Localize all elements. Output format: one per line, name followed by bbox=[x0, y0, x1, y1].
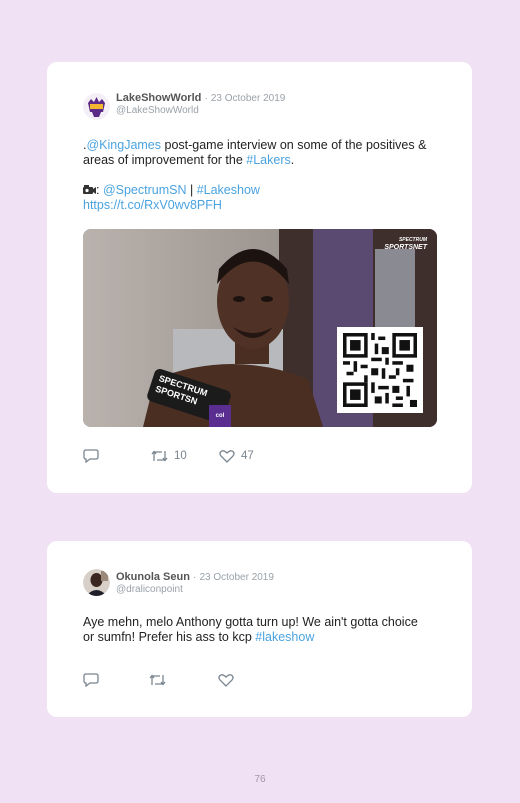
separator-dot: · bbox=[193, 572, 197, 583]
credit-colon: : bbox=[96, 183, 103, 197]
tweet-text: Aye mehn, melo Anthony gotta turn up! We… bbox=[83, 615, 423, 645]
network-logo: SPECTRUM SPORTSNET bbox=[384, 237, 427, 251]
credit-mention-link[interactable]: @SpectrumSN bbox=[103, 183, 187, 197]
tweet-date[interactable]: 23 October 2019 bbox=[199, 572, 274, 583]
retweet-icon bbox=[151, 449, 168, 463]
author-name[interactable]: LakeShowWorld bbox=[116, 92, 201, 104]
text-body: Aye mehn, melo Anthony gotta turn up! We… bbox=[83, 615, 418, 644]
retweet-count: 10 bbox=[174, 450, 187, 462]
hashtag-link[interactable]: #Lakers bbox=[246, 153, 290, 167]
tweet-date[interactable]: 23 October 2019 bbox=[211, 93, 286, 104]
credit-line: : @SpectrumSN | #Lakeshow bbox=[83, 183, 443, 199]
mention-link[interactable]: @KingJames bbox=[86, 138, 161, 152]
author-line: LakeShowWorld · 23 October 2019 bbox=[116, 92, 285, 104]
retweet-button[interactable]: 10 bbox=[151, 449, 187, 463]
reply-button[interactable] bbox=[83, 449, 99, 463]
okunola-seun-avatar[interactable] bbox=[83, 569, 110, 596]
page-number: 76 bbox=[254, 774, 266, 785]
like-button[interactable]: 47 bbox=[219, 449, 254, 463]
separator-dot: · bbox=[204, 93, 208, 104]
credit-hashtag-link[interactable]: #Lakeshow bbox=[197, 183, 260, 197]
lakeshowworld-avatar[interactable] bbox=[83, 93, 110, 120]
tweet-text: .@KingJames post-game interview on some … bbox=[83, 138, 443, 168]
qr-code[interactable] bbox=[343, 333, 417, 407]
tweet-video-thumbnail[interactable]: SPECTRUM SPORTSNET SPECTRUM SPORTSN col bbox=[83, 229, 437, 427]
like-button[interactable] bbox=[218, 673, 240, 687]
microphone-accent-text: col bbox=[215, 413, 225, 419]
heart-icon bbox=[218, 673, 234, 687]
network-logo-line1: SPECTRUM bbox=[398, 237, 427, 243]
tweet-card-2: Okunola Seun · 23 October 2019 @dralicon… bbox=[47, 541, 472, 717]
heart-icon bbox=[219, 449, 235, 463]
camera-icon bbox=[83, 184, 96, 199]
author-name[interactable]: Okunola Seun bbox=[116, 571, 190, 583]
hashtag-link[interactable]: #lakeshow bbox=[255, 630, 314, 644]
author-handle[interactable]: @draliconpoint bbox=[116, 584, 183, 595]
author-line: Okunola Seun · 23 October 2019 bbox=[116, 571, 274, 583]
microphone-accent: col bbox=[209, 405, 231, 427]
author-handle[interactable]: @LakeShowWorld bbox=[116, 105, 199, 116]
like-count: 47 bbox=[241, 450, 254, 462]
reply-button[interactable] bbox=[83, 673, 99, 687]
retweet-button[interactable] bbox=[149, 673, 172, 687]
retweet-icon bbox=[149, 673, 166, 687]
reply-icon bbox=[83, 673, 99, 687]
reply-icon bbox=[83, 449, 99, 463]
text-end: . bbox=[290, 153, 295, 167]
tweet-card-1: LakeShowWorld · 23 October 2019 @LakeSho… bbox=[47, 62, 472, 493]
network-logo-line2: SPORTSNET bbox=[384, 244, 427, 251]
tweet-url-link[interactable]: https://t.co/RxV0wv8PFH bbox=[83, 198, 222, 213]
credit-pipe: | bbox=[186, 183, 197, 197]
